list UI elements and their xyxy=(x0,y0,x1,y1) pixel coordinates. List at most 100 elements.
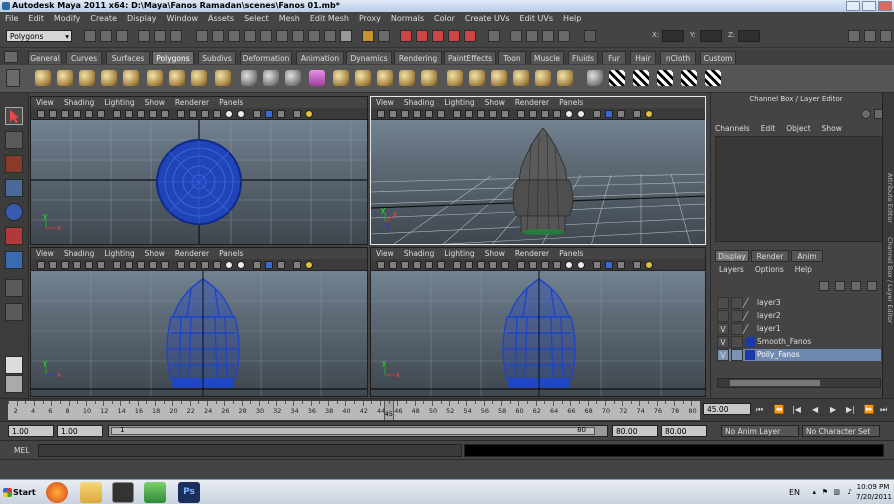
safe-title-icon[interactable] xyxy=(161,261,169,269)
vp-menu-renderer[interactable]: Renderer xyxy=(170,248,214,259)
layer-visibility-toggle[interactable] xyxy=(717,297,729,309)
resolution-gate-icon[interactable] xyxy=(453,110,461,118)
safe-title-icon[interactable] xyxy=(501,261,509,269)
xray-icon[interactable] xyxy=(593,261,601,269)
layer-color-swatch[interactable] xyxy=(742,324,758,334)
attribute-editor-tab[interactable]: Attribute Editor xyxy=(886,173,894,223)
vp-menu-renderer[interactable]: Renderer xyxy=(510,248,554,259)
menu-mesh[interactable]: Mesh xyxy=(274,12,305,25)
shelf-tab-deformation[interactable]: Deformation xyxy=(240,51,292,64)
layer-visibility-toggle[interactable] xyxy=(717,310,729,322)
merge-icon[interactable] xyxy=(469,70,485,86)
wireframe-on-shaded-icon[interactable] xyxy=(541,110,549,118)
shadows-icon[interactable] xyxy=(237,261,245,269)
shelf-menu-icon[interactable] xyxy=(4,51,18,63)
playback-start-field[interactable]: 1.00 xyxy=(57,425,103,437)
scale-tool-icon[interactable] xyxy=(5,227,23,245)
rotate-tool-icon[interactable] xyxy=(5,203,23,221)
gate-mask-icon[interactable] xyxy=(125,261,133,269)
camera-attributes-icon[interactable] xyxy=(49,261,57,269)
snap-grid-magnet-icon[interactable] xyxy=(400,30,412,42)
x-field[interactable] xyxy=(662,30,684,42)
move-tool-icon[interactable] xyxy=(5,179,23,197)
boolean-icon[interactable] xyxy=(309,70,325,86)
safe-action-icon[interactable] xyxy=(149,110,157,118)
perspective-viewport[interactable]: View Shading Lighting Show Renderer Panels xyxy=(370,96,706,245)
wireframe-on-shaded-icon[interactable] xyxy=(201,261,209,269)
isolate-select-icon[interactable] xyxy=(293,110,301,118)
use-all-lights-icon[interactable] xyxy=(225,110,233,118)
gate-mask-icon[interactable] xyxy=(465,261,473,269)
step-forward-frame-button[interactable]: ▶| xyxy=(846,405,855,414)
front-viewport[interactable]: View Shading Lighting Show Renderer Panels xyxy=(30,96,368,245)
network-app-icon[interactable] xyxy=(144,482,166,503)
select-component-icon[interactable] xyxy=(170,30,182,42)
high-quality-icon[interactable] xyxy=(305,110,313,118)
bridge-icon[interactable] xyxy=(355,70,371,86)
planar-mapping-icon[interactable] xyxy=(587,70,603,86)
wireframe-on-shaded-icon[interactable] xyxy=(201,110,209,118)
high-quality-icon[interactable] xyxy=(645,261,653,269)
vp-menu-show[interactable]: Show xyxy=(480,97,510,108)
resolution-gate-icon[interactable] xyxy=(453,261,461,269)
film-gate-icon[interactable] xyxy=(437,261,445,269)
camera-icon[interactable] xyxy=(37,261,45,269)
language-indicator[interactable]: EN xyxy=(789,488,800,498)
menu-help[interactable]: Help xyxy=(558,12,586,25)
tray-arrow-icon[interactable]: ▴ xyxy=(812,487,816,497)
layer-menu-help[interactable]: Help xyxy=(795,265,812,274)
camera-attributes-icon[interactable] xyxy=(389,110,397,118)
field-chart-icon[interactable] xyxy=(137,261,145,269)
poly-pyramid-icon[interactable] xyxy=(191,70,207,86)
vp-menu-shading[interactable]: Shading xyxy=(59,248,99,259)
shelf-tab-general[interactable]: General xyxy=(28,51,62,64)
safe-action-icon[interactable] xyxy=(149,261,157,269)
vp-menu-lighting[interactable]: Lighting xyxy=(439,248,479,259)
menu-assets[interactable]: Assets xyxy=(203,12,239,25)
gate-mask-icon[interactable] xyxy=(465,110,473,118)
xray-joints-icon[interactable] xyxy=(605,261,613,269)
layer-color-swatch[interactable] xyxy=(745,350,755,360)
layer-color-swatch[interactable] xyxy=(742,298,758,308)
gate-mask-icon[interactable] xyxy=(125,110,133,118)
camera-icon[interactable] xyxy=(377,261,385,269)
animation-end-field[interactable]: 80.00 xyxy=(661,425,707,437)
question-mark-icon[interactable] xyxy=(340,30,352,42)
step-back-key-button[interactable]: ⏪ xyxy=(774,405,784,414)
select-by-render-icon[interactable] xyxy=(292,30,304,42)
xray-icon[interactable] xyxy=(253,110,261,118)
vp-menu-panels[interactable]: Panels xyxy=(554,97,588,108)
xray-components-icon[interactable] xyxy=(277,110,285,118)
poly-cube-icon[interactable] xyxy=(57,70,73,86)
shelf-tab-painteffects[interactable]: PaintEffects xyxy=(444,51,496,64)
poly-torus-icon[interactable] xyxy=(147,70,163,86)
fanos-smooth-model[interactable] xyxy=(512,127,574,235)
isolate-select-icon[interactable] xyxy=(293,261,301,269)
playback-end-field[interactable]: 80.00 xyxy=(612,425,658,437)
step-back-frame-button[interactable]: |◀ xyxy=(792,405,801,414)
paint-select-tool-icon[interactable] xyxy=(5,155,23,173)
cb-menu-channels[interactable]: Channels xyxy=(715,124,750,133)
shadows-icon[interactable] xyxy=(577,110,585,118)
lasso-tool-icon[interactable] xyxy=(5,131,23,149)
split-polygon-icon[interactable] xyxy=(399,70,415,86)
image-plane-icon[interactable] xyxy=(73,110,81,118)
shelf-tab-surfaces[interactable]: Surfaces xyxy=(106,51,150,64)
cb-menu-show[interactable]: Show xyxy=(822,124,842,133)
vp-menu-panels[interactable]: Panels xyxy=(214,97,248,108)
layer-type-toggle[interactable] xyxy=(731,349,743,361)
menu-create-uvs[interactable]: Create UVs xyxy=(460,12,515,25)
open-scene-icon[interactable] xyxy=(100,30,112,42)
menu-modify[interactable]: Modify xyxy=(49,12,86,25)
bookmark-icon[interactable] xyxy=(401,110,409,118)
use-all-lights-icon[interactable] xyxy=(565,261,573,269)
safe-action-icon[interactable] xyxy=(489,261,497,269)
channel-box-side-tab[interactable]: Channel Box / Layer Editor xyxy=(886,237,894,324)
snap-plane-magnet-icon[interactable] xyxy=(448,30,460,42)
snap-point-magnet-icon[interactable] xyxy=(432,30,444,42)
shelf-tab-custom[interactable]: Custom xyxy=(700,51,736,64)
maya-taskbar-icon[interactable] xyxy=(112,482,134,503)
uv-texture-editor-icon[interactable] xyxy=(681,70,697,86)
image-plane-icon[interactable] xyxy=(413,110,421,118)
y-field[interactable] xyxy=(700,30,722,42)
